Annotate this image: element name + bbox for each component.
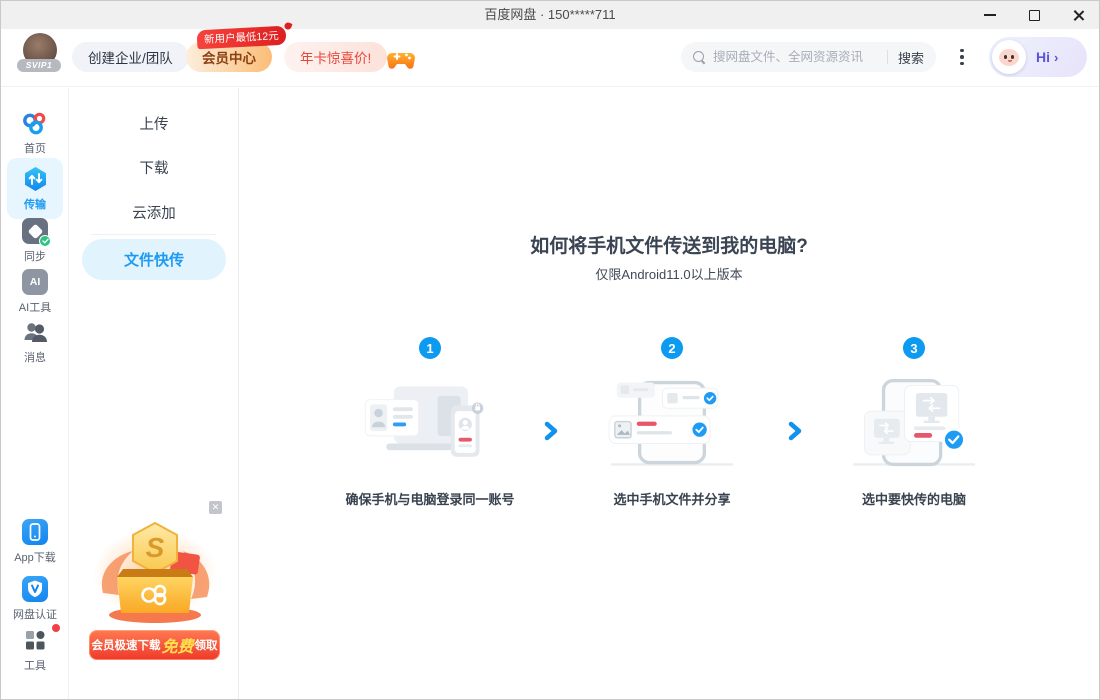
- sidebar-item-certification[interactable]: 网盘认证: [1, 576, 69, 622]
- sidebar-label: AI工具: [19, 299, 51, 315]
- promo-text-before: 会员极速下载: [91, 637, 160, 653]
- transfer-icon: [22, 166, 48, 192]
- arrow-right-icon: [786, 421, 804, 441]
- svip-badge: SVIP1: [17, 59, 61, 72]
- minimize-button[interactable]: [979, 4, 1001, 26]
- sidebar-label: 网盘认证: [13, 606, 57, 622]
- year-card-button[interactable]: 年卡惊喜价!: [284, 42, 387, 72]
- sidebar-item-messages[interactable]: 消息: [1, 319, 69, 365]
- search-button[interactable]: 搜索: [898, 48, 924, 67]
- sidebar-label: 首页: [24, 140, 46, 156]
- promo-close-button[interactable]: ✕: [209, 501, 222, 514]
- check-badge-icon: [39, 235, 51, 247]
- sidebar-item-home[interactable]: 首页: [1, 110, 69, 156]
- svg-text:S: S: [146, 532, 165, 563]
- game-icon[interactable]: [387, 46, 415, 71]
- toolbar: SVIP1 创建企业/团队 新用户最低12元 会员中心 年卡惊喜价! 搜索: [1, 29, 1099, 87]
- close-icon: [1072, 9, 1085, 22]
- sidebar-item-ai-tools[interactable]: AI AI工具: [1, 269, 69, 315]
- window-title: 百度网盘 · 150*****711: [1, 1, 1099, 29]
- create-team-button[interactable]: 创建企业/团队: [72, 42, 189, 72]
- promo-banner: ✕ S: [89, 511, 221, 663]
- step-number-badge: 3: [903, 337, 925, 359]
- titlebar: 百度网盘 · 150*****711: [1, 1, 1099, 29]
- app-window: 百度网盘 · 150*****711 SVIP1 创建企业/团队 新用户最低12…: [0, 0, 1100, 700]
- step-caption: 选中要快传的电脑: [862, 489, 966, 508]
- step-number-badge: 2: [661, 337, 683, 359]
- search-input[interactable]: [713, 50, 877, 64]
- sidebar-label: 传输: [24, 196, 46, 212]
- step-number-badge: 1: [419, 337, 441, 359]
- sidebar-label: 同步: [24, 248, 46, 264]
- step-3: 3 选中要快传的电脑: [799, 337, 1029, 508]
- step-caption: 确保手机与电脑登录同一账号: [345, 489, 514, 508]
- new-user-price-badge: 新用户最低12元: [197, 26, 287, 50]
- assistant-pill[interactable]: Hi ›: [989, 37, 1087, 77]
- sidebar-label: 工具: [24, 657, 46, 673]
- nav-item-quick-transfer[interactable]: 文件快传: [82, 239, 226, 280]
- messages-icon: [22, 319, 48, 345]
- nav-divider: [91, 234, 216, 235]
- arrow-right-icon: [542, 421, 560, 441]
- main-content: 如何将手机文件传送到我的电脑? 仅限Android11.0以上版本 1: [239, 88, 1099, 699]
- close-button[interactable]: [1067, 4, 1089, 26]
- notification-dot: [52, 624, 60, 632]
- sidebar-item-sync[interactable]: 同步: [1, 218, 69, 264]
- more-menu-button[interactable]: [950, 42, 974, 72]
- page-title: 如何将手机文件传送到我的电脑?: [239, 231, 1099, 258]
- search-icon: [693, 51, 706, 64]
- assistant-label: Hi: [1036, 49, 1050, 65]
- sidebar-label: 消息: [24, 349, 46, 365]
- laptop-phone-illustration: [350, 373, 510, 473]
- tools-grid-icon: [22, 627, 48, 653]
- sync-icon: [22, 218, 48, 244]
- window-controls: [979, 1, 1089, 29]
- phone-files-illustration: [592, 373, 752, 473]
- chevron-right-icon: ›: [1054, 50, 1058, 65]
- gift-box-illustration: S: [89, 511, 221, 629]
- sidebar-item-transfer[interactable]: 传输: [7, 158, 63, 219]
- sidebar-item-tools[interactable]: 工具: [1, 627, 69, 673]
- sidebar-label: App下载: [14, 549, 56, 565]
- nav-item-download[interactable]: 下载: [69, 157, 239, 178]
- maximize-button[interactable]: [1023, 4, 1045, 26]
- promo-claim-button[interactable]: 会员极速下载免费领取: [89, 630, 220, 660]
- assistant-mascot-icon: [992, 40, 1026, 74]
- ai-tools-icon: AI: [22, 269, 48, 295]
- maximize-icon: [1029, 10, 1040, 21]
- promo-text-after: 领取: [195, 637, 218, 653]
- netdisk-logo-icon: [22, 110, 48, 136]
- step-1: 1: [315, 337, 545, 508]
- step-caption: 选中手机文件并分享: [613, 489, 730, 508]
- page-subtitle: 仅限Android11.0以上版本: [239, 264, 1099, 283]
- nav-item-cloud-add[interactable]: 云添加: [69, 202, 239, 223]
- transfer-nav: 上传 下载 云添加 文件快传 ✕ S: [69, 88, 239, 699]
- search-box[interactable]: 搜索: [681, 42, 936, 72]
- promo-highlight: 免费: [161, 633, 193, 657]
- search-divider: [887, 50, 888, 64]
- left-sidebar: 首页 传输 同步: [1, 88, 69, 699]
- sidebar-item-app-download[interactable]: App下载: [1, 519, 69, 565]
- step-2: 2 选中手机文件并分享: [557, 337, 787, 508]
- app-download-icon: [22, 519, 48, 545]
- minimize-icon: [984, 14, 996, 16]
- certification-icon: [22, 576, 48, 602]
- nav-item-upload[interactable]: 上传: [69, 113, 239, 134]
- select-computer-illustration: [834, 373, 994, 473]
